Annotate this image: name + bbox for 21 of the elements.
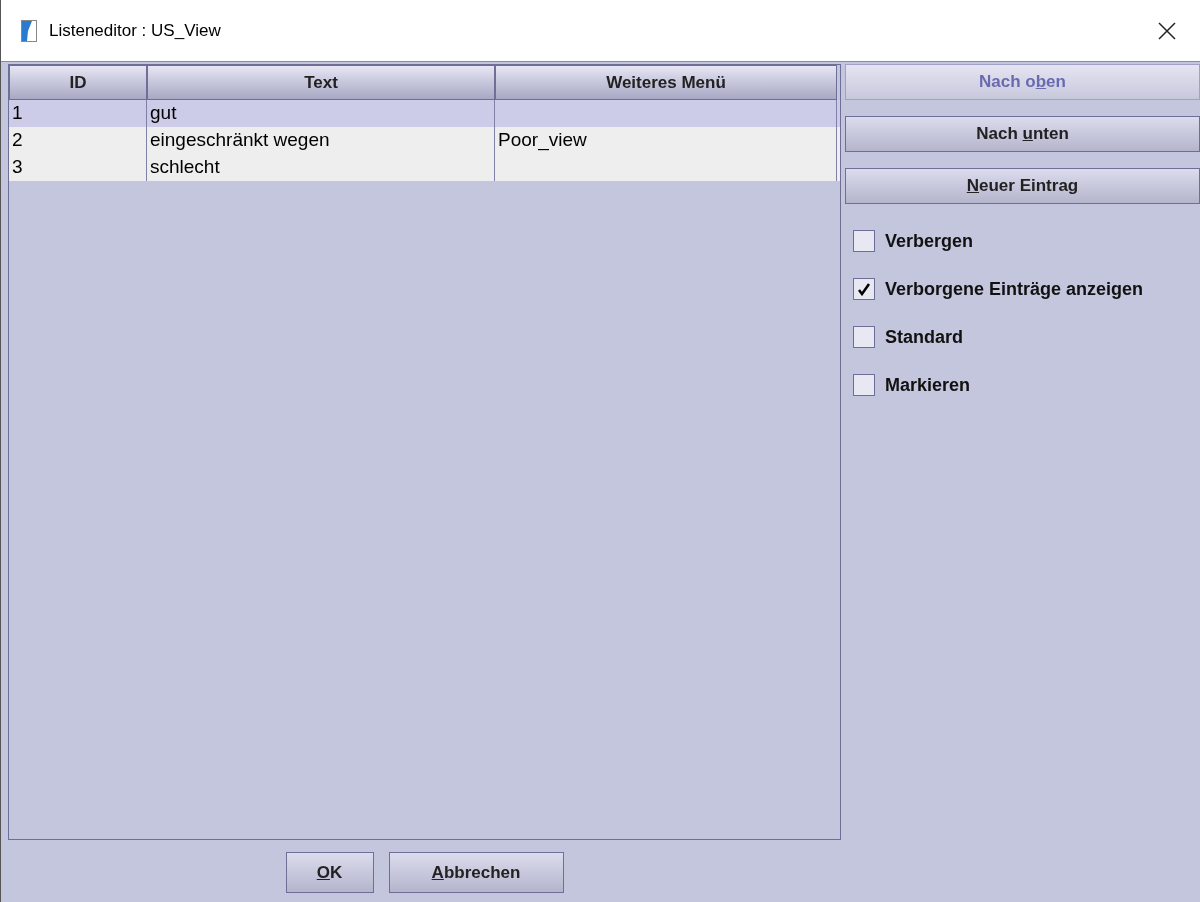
column-header[interactable]: Text xyxy=(147,65,495,100)
window-title: Listeneditor : US_View xyxy=(49,19,221,42)
checkbox-label: Verbergen xyxy=(885,229,974,253)
checkbox-label: Markieren xyxy=(885,373,971,397)
window-icon xyxy=(21,19,37,42)
column-header[interactable]: ID xyxy=(9,65,147,100)
table-cell[interactable]: schlecht xyxy=(147,154,495,181)
checkbox[interactable] xyxy=(853,278,875,300)
checkbox-label: Standard xyxy=(885,325,963,349)
close-icon[interactable] xyxy=(1158,21,1176,40)
checkbox-label: Verborgene Einträge anzeigen xyxy=(885,277,1144,301)
check-icon xyxy=(857,282,871,296)
side-button[interactable]: Neuer Eintrag xyxy=(845,168,1200,204)
table-cell[interactable]: 3 xyxy=(9,154,147,181)
checkbox[interactable] xyxy=(853,374,875,396)
ok-button[interactable]: OK xyxy=(285,852,374,893)
checkbox[interactable] xyxy=(853,326,875,348)
side-button[interactable]: Nach unten xyxy=(845,116,1200,152)
column-header[interactable]: Weiteres Menü xyxy=(495,65,837,100)
cancel-button[interactable]: Abbrechen xyxy=(388,852,564,893)
checkbox[interactable] xyxy=(853,230,875,252)
